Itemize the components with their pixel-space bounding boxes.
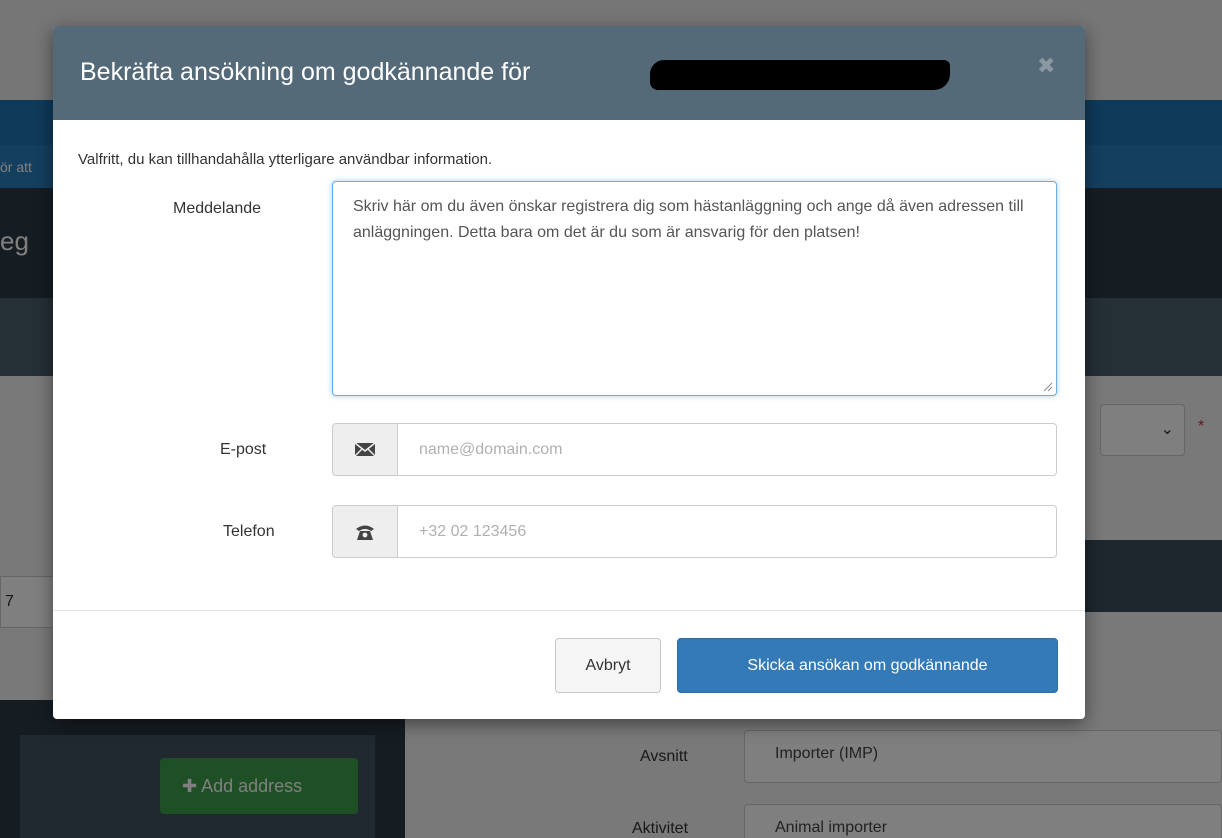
email-input[interactable] [397, 423, 1057, 476]
confirm-application-dialog: Bekräfta ansökning om godkännande för ✖ … [53, 26, 1085, 719]
phone-input-group [332, 505, 1057, 558]
modal-title: Bekräfta ansökning om godkännande för [80, 58, 531, 86]
phone-label: Telefon [223, 523, 275, 540]
phone-input[interactable] [397, 505, 1057, 558]
resize-handle-icon[interactable] [1043, 382, 1053, 392]
modal-header: Bekräfta ansökning om godkännande för ✖ [53, 26, 1085, 120]
cancel-button[interactable]: Avbryt [555, 638, 661, 693]
email-input-group [332, 423, 1057, 476]
envelope-icon [355, 442, 375, 457]
redacted-name [650, 60, 950, 90]
submit-application-button[interactable]: Skicka ansökan om godkännande [677, 638, 1058, 693]
message-textarea[interactable] [332, 181, 1057, 396]
phone-addon [332, 505, 398, 558]
intro-text: Valfritt, du kan tillhandahålla ytterlig… [78, 151, 493, 168]
modal-footer-divider [53, 610, 1085, 611]
email-label: E-post [220, 441, 267, 458]
message-label: Meddelande [173, 200, 262, 217]
phone-icon [356, 525, 374, 540]
email-addon [332, 423, 398, 476]
close-icon[interactable]: ✖ [1037, 53, 1055, 79]
